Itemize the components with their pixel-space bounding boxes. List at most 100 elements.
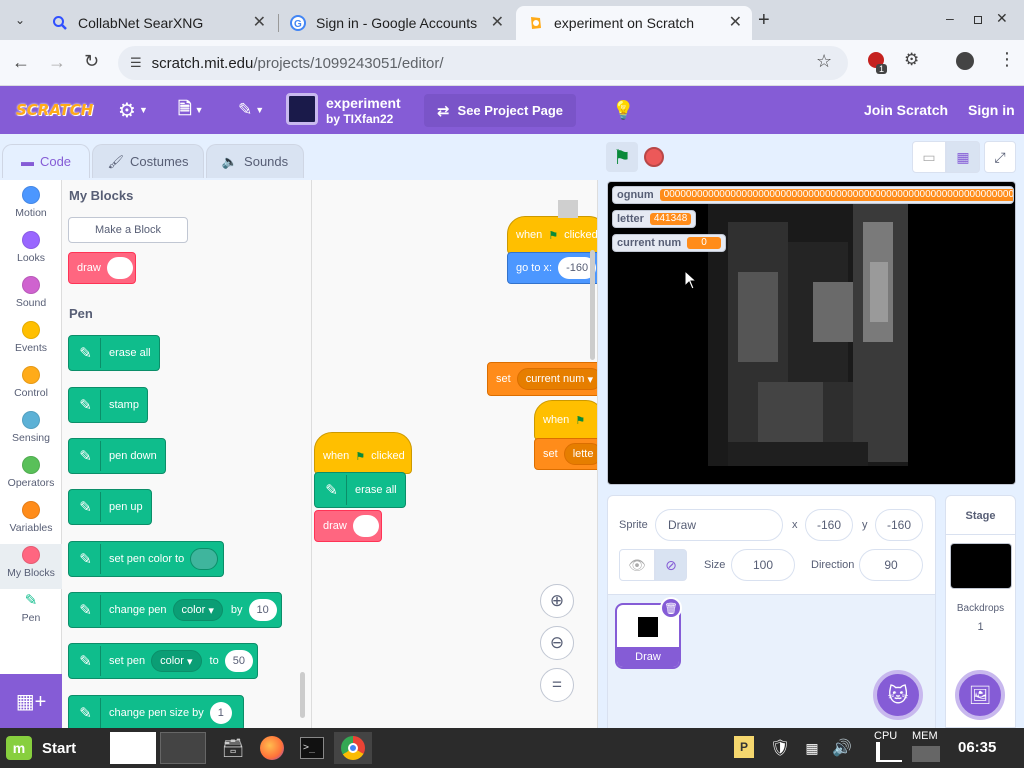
- choose-backdrop-button[interactable]: 🖼: [955, 670, 1005, 720]
- network-tray-icon[interactable]: ▦: [802, 732, 822, 764]
- stage-canvas[interactable]: ognum 0000000000000000000000000000000000…: [607, 181, 1016, 485]
- scripting-area[interactable]: when ⚑ clicked go to x: -160 set current…: [312, 180, 598, 728]
- close-window-icon[interactable]: ✕: [996, 10, 1008, 27]
- x-input[interactable]: -160: [805, 509, 853, 541]
- settings-gear-icon[interactable]: ⚙ ▼: [118, 86, 148, 134]
- firefox-icon[interactable]: [256, 732, 288, 764]
- scratch-logo[interactable]: SCRATCH: [16, 86, 93, 134]
- tab-sounds[interactable]: 🔈 Sounds: [206, 144, 304, 178]
- variable-dropdown[interactable]: current num ▾: [516, 368, 597, 390]
- clipboard-tray-icon[interactable]: P: [734, 736, 754, 758]
- palette-scrollbar[interactable]: [300, 672, 305, 718]
- set-pen-color-block[interactable]: ✎ set pen color to: [68, 541, 224, 577]
- minimize-window-icon[interactable]: –: [946, 10, 960, 28]
- change-pen-size-input[interactable]: 1: [209, 702, 232, 724]
- tab-scratch-experiment[interactable]: experiment on Scratch ✕: [516, 6, 752, 40]
- pen-up-block[interactable]: ✎ pen up: [68, 489, 152, 525]
- erase-all-script-block[interactable]: ✎ erase all: [314, 472, 406, 508]
- site-info-icon[interactable]: ☰: [130, 55, 142, 71]
- profile-avatar-icon[interactable]: [956, 52, 974, 70]
- bookmark-star-icon[interactable]: ☆: [816, 51, 832, 72]
- start-menu-button[interactable]: m Start: [6, 732, 98, 764]
- category-events[interactable]: Events: [0, 319, 62, 364]
- file-manager-icon[interactable]: 🗃: [218, 732, 248, 764]
- zoom-in-button[interactable]: ⊕: [540, 584, 574, 618]
- zoom-reset-button[interactable]: =: [540, 668, 574, 702]
- category-operators[interactable]: Operators: [0, 454, 62, 499]
- stamp-block[interactable]: ✎ stamp: [68, 387, 148, 423]
- tab-costumes[interactable]: 🖌 Costumes: [92, 144, 204, 178]
- extensions-puzzle-icon[interactable]: ⚙: [904, 50, 919, 70]
- edit-pencil-icon[interactable]: ✎ ▼: [238, 86, 264, 134]
- make-a-block-button[interactable]: Make a Block: [68, 217, 188, 243]
- change-pen-size-block[interactable]: ✎ change pen size by 1: [68, 695, 244, 728]
- set-letter-block[interactable]: set lette: [534, 438, 597, 470]
- category-variables[interactable]: Variables: [0, 499, 62, 544]
- address-bar[interactable]: ☰ scratch.mit.edu/projects/1099243051/ed…: [118, 46, 848, 80]
- workspace-2[interactable]: [160, 732, 206, 764]
- category-pen[interactable]: ✎ Pen: [0, 589, 62, 634]
- chrome-icon[interactable]: [334, 732, 372, 764]
- shield-tray-icon[interactable]: 🛡: [770, 732, 790, 764]
- category-motion[interactable]: Motion: [0, 184, 62, 229]
- change-pen-param-dropdown[interactable]: color ▾: [172, 599, 223, 621]
- tab-google-signin[interactable]: G Sign in - Google Accounts ✕: [278, 6, 514, 40]
- set-pen-block[interactable]: ✎ set pen color ▾ to 50: [68, 643, 258, 679]
- tab-list-chevron-icon[interactable]: ⌄: [10, 10, 30, 30]
- hide-sprite-button[interactable]: ⊘: [655, 549, 687, 581]
- monitor-ognum[interactable]: ognum 0000000000000000000000000000000000…: [612, 186, 1014, 204]
- draw-arg-slot[interactable]: [352, 515, 379, 537]
- category-looks[interactable]: Looks: [0, 229, 62, 274]
- join-scratch-link[interactable]: Join Scratch: [864, 86, 948, 134]
- forward-arrow-icon[interactable]: →: [48, 52, 66, 73]
- pen-down-block[interactable]: ✎ pen down: [68, 438, 166, 474]
- show-sprite-button[interactable]: 👁: [619, 549, 655, 581]
- clock[interactable]: 06:35: [958, 732, 1008, 764]
- set-pen-value-input[interactable]: 50: [224, 650, 253, 672]
- draw-script-block[interactable]: draw: [314, 510, 382, 542]
- sign-in-link[interactable]: Sign in: [968, 86, 1015, 134]
- y-input[interactable]: -160: [875, 509, 923, 541]
- maximize-window-icon[interactable]: [974, 16, 982, 24]
- draw-arg-slot[interactable]: [106, 257, 133, 279]
- green-flag-button[interactable]: ⚑: [606, 142, 638, 172]
- category-control[interactable]: Control: [0, 364, 62, 409]
- delete-sprite-trash-icon[interactable]: 🗑: [660, 597, 682, 619]
- color-picker-slot[interactable]: [190, 548, 219, 570]
- tutorials-lightbulb-icon[interactable]: 💡: [612, 86, 634, 134]
- change-pen-block[interactable]: ✎ change pen color ▾ by 10: [68, 592, 282, 628]
- choose-sprite-button[interactable]: 🐱: [873, 670, 923, 720]
- zoom-out-button[interactable]: ⊖: [540, 626, 574, 660]
- large-stage-toggle[interactable]: ▦: [946, 141, 980, 173]
- direction-input[interactable]: 90: [859, 549, 923, 581]
- category-sound[interactable]: Sound: [0, 274, 62, 319]
- reload-icon[interactable]: ↻: [84, 51, 99, 72]
- small-stage-toggle[interactable]: ▭: [912, 141, 946, 173]
- draw-block[interactable]: draw: [68, 252, 136, 284]
- when-flag-clicked-hat-block-2[interactable]: when ⚑: [534, 400, 597, 440]
- fullscreen-icon[interactable]: ⤢: [984, 141, 1016, 173]
- browser-menu-icon[interactable]: ⋮: [998, 50, 1016, 68]
- workspace-1[interactable]: [110, 732, 156, 764]
- stop-button[interactable]: [644, 147, 664, 167]
- add-extension-button[interactable]: ▦+: [0, 674, 62, 728]
- when-flag-clicked-hat-block-3[interactable]: when ⚑ clicked: [314, 432, 412, 474]
- erase-all-block[interactable]: ✎ erase all: [68, 335, 160, 371]
- back-arrow-icon[interactable]: ←: [12, 52, 30, 73]
- tab-code[interactable]: ▬ Code: [2, 144, 90, 178]
- project-author[interactable]: by TIXfan22: [326, 112, 393, 126]
- see-project-page-button[interactable]: ⇄ See Project Page: [424, 94, 576, 127]
- volume-tray-icon[interactable]: 🔊: [832, 732, 852, 764]
- category-sensing[interactable]: Sensing: [0, 409, 62, 454]
- monitor-current-num[interactable]: current num 0: [612, 234, 726, 252]
- tab-collabnet-searxng[interactable]: CollabNet SearXNG ✕: [40, 6, 276, 40]
- script-vertical-scrollbar[interactable]: [590, 250, 595, 360]
- change-pen-value-input[interactable]: 10: [248, 599, 277, 621]
- new-tab-icon[interactable]: +: [758, 8, 778, 32]
- close-tab-icon[interactable]: ✕: [253, 15, 266, 31]
- monitor-letter[interactable]: letter 441348: [612, 210, 697, 228]
- terminal-icon[interactable]: >_: [296, 732, 328, 764]
- close-tab-icon[interactable]: ✕: [491, 15, 504, 31]
- when-flag-clicked-hat-block[interactable]: when ⚑ clicked: [507, 216, 597, 254]
- variable-dropdown[interactable]: lette: [563, 443, 597, 465]
